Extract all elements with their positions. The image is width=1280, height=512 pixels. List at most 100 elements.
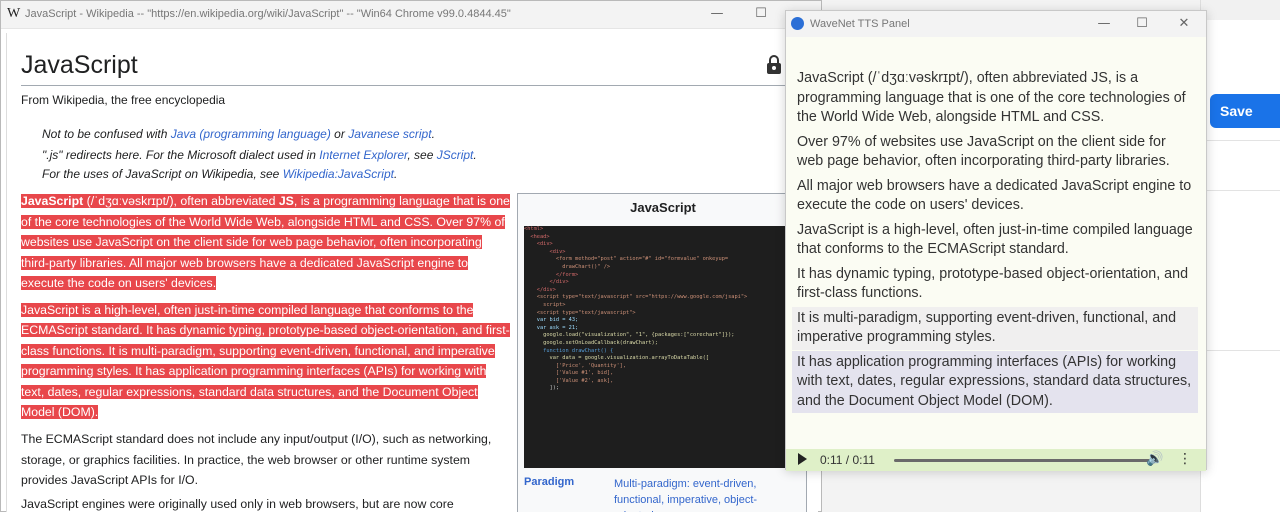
audio-player: 0:11 / 0:11 🔊 ⋮	[786, 449, 1206, 471]
browser-window: W JavaScript - Wikipedia -- "https://en.…	[0, 0, 822, 512]
infobox-label[interactable]: Paradigm	[524, 476, 574, 488]
tts-window-title: WaveNet TTS Panel	[810, 18, 910, 30]
code-line: function drawChart() {	[524, 347, 614, 354]
hatnote-text: ".js" redirects here. For the Microsoft …	[42, 148, 320, 162]
divider	[1201, 350, 1280, 351]
title-divider	[21, 85, 805, 86]
hatnote-link[interactable]: JScript	[437, 148, 474, 162]
body-text: provides JavaScript APIs for I/O.	[21, 473, 199, 487]
hatnote-text: , see	[407, 148, 437, 162]
hatnote-text: or	[330, 127, 349, 141]
hatnote-text: .	[431, 127, 435, 141]
infobox-title: JavaScript	[630, 200, 696, 215]
tts-sentence[interactable]: JavaScript is a high-level, often just-i…	[792, 219, 1198, 262]
hatnote-link[interactable]: Java (programming language)	[171, 127, 331, 141]
code-line: script>	[524, 301, 566, 308]
bold-term: JS	[278, 194, 294, 208]
more-options-icon[interactable]: ⋮	[1178, 451, 1192, 467]
code-line: ['Value #1', bid],	[524, 370, 614, 377]
tts-sentence[interactable]: It is multi-paradigm, supporting event-d…	[792, 306, 1198, 350]
minimize-button[interactable]: —	[1094, 15, 1114, 33]
hatnote-link[interactable]: Javanese script	[348, 127, 431, 141]
lead-paragraph-1: JavaScript (/ˈdʒɑːvəskrɪpt/), often abbr…	[21, 191, 511, 294]
body-text: ,	[487, 432, 492, 446]
code-screenshot-image[interactable]: <html> <head> <div> <div> <form method="…	[524, 226, 802, 468]
article-page: JavaScript From Wikipedia, the free ency…	[6, 33, 818, 512]
code-line: <form method="post" action="#" id="formv…	[524, 256, 729, 263]
code-line: ['Value #2', ask],	[524, 377, 614, 384]
code-line: </div>	[524, 286, 556, 293]
body-text: The ECMAScript standard does not include…	[21, 432, 284, 446]
lead-section: JavaScript (/ˈdʒɑːvəskrɪpt/), often abbr…	[21, 191, 511, 429]
desktop: Save W JavaScript - Wikipedia -- "https:…	[0, 0, 1280, 512]
tts-sentence[interactable]: All major web browsers have a dedicated …	[792, 175, 1198, 218]
article-link[interactable]: networking	[428, 432, 487, 446]
lead-paragraph-2: JavaScript is a high-level, often just-i…	[21, 300, 511, 423]
article-link[interactable]: graphics	[83, 453, 129, 467]
minimize-button[interactable]: —	[707, 5, 727, 23]
page-subtitle: From Wikipedia, the free encyclopedia	[21, 93, 226, 107]
hatnote: ".js" redirects here. For the Microsoft …	[42, 148, 477, 162]
body-paragraph: The ECMAScript standard does not include…	[21, 429, 511, 491]
tts-panel-window: WaveNet TTS Panel — ☐ ✕ JavaScript (/ˈdʒ…	[785, 10, 1207, 471]
code-line: <div>	[524, 248, 566, 255]
article-link[interactable]: runtime system	[387, 453, 470, 467]
code-line: google.setOnLoadCallback(drawChart);	[524, 339, 658, 346]
maximize-button[interactable]: ☐	[1132, 15, 1152, 33]
code-line: var bid = 43;	[524, 317, 579, 324]
lead-text: (/ˈdʒɑːvəskrɪpt/), often abbreviated	[83, 194, 279, 208]
body-text: facilities. In practice, the web browser…	[129, 452, 387, 467]
infobox-value[interactable]: Multi-paradigm: event-driven, functional…	[614, 476, 794, 512]
playback-time: 0:11 / 0:11	[820, 453, 875, 467]
wikipedia-logo-icon: W	[7, 6, 21, 21]
body-text: , or	[62, 452, 84, 467]
page-title: JavaScript	[21, 51, 138, 79]
seek-bar[interactable]	[894, 459, 1150, 462]
infobox: JavaScript <html> <head> <div> <div> <fo…	[517, 193, 807, 512]
tts-transcript: JavaScript (/ˈdʒɑːvəskrɪpt/), often abbr…	[792, 67, 1198, 414]
hatnote-text: .	[473, 148, 477, 162]
browser-titlebar: W JavaScript - Wikipedia -- "https://en.…	[1, 1, 821, 29]
article-link[interactable]: input/output	[283, 432, 347, 446]
article-link[interactable]: storage	[21, 453, 62, 467]
save-button[interactable]: Save	[1210, 94, 1280, 128]
hatnote-text: For the uses of JavaScript on Wikipedia,…	[42, 167, 283, 181]
divider	[1201, 190, 1280, 191]
tts-sentence[interactable]: It has dynamic typing, prototype-based o…	[792, 263, 1198, 306]
code-line: <head>	[524, 233, 550, 240]
code-line: </form>	[524, 271, 579, 278]
tts-titlebar: WaveNet TTS Panel — ☐ ✕	[786, 11, 1206, 37]
hatnote-link[interactable]: Wikipedia:JavaScript	[283, 167, 394, 181]
hatnote-link[interactable]: Internet Explorer	[319, 148, 407, 162]
body-paragraph: JavaScript engines were originally used …	[21, 497, 454, 511]
lead-text: JavaScript is a high-level, often just-i…	[21, 302, 510, 419]
divider	[1201, 140, 1280, 141]
body-text: (I/O), such as	[347, 432, 429, 446]
code-line: ]);	[524, 385, 560, 392]
wavenet-logo-icon	[791, 17, 804, 30]
bold-term: JavaScript	[21, 194, 84, 208]
code-line: var ask = 21;	[524, 324, 579, 331]
close-button[interactable]: ✕	[1174, 15, 1194, 33]
maximize-button[interactable]: ☐	[751, 5, 771, 23]
background-app-titlebar	[1201, 0, 1280, 20]
tts-sentence[interactable]: Over 97% of websites use JavaScript on t…	[792, 131, 1198, 174]
code-line: <script type="text/javascript" src="http…	[524, 294, 748, 301]
code-line: var data = google.visualization.arrayToD…	[524, 355, 709, 362]
code-line: </div>	[524, 279, 569, 286]
code-line: ['Price', 'Quantity'],	[524, 362, 627, 369]
volume-icon[interactable]: 🔊	[1146, 451, 1163, 467]
code-line: <html>	[524, 226, 544, 232]
play-icon[interactable]	[798, 453, 807, 465]
hatnote: Not to be confused with Java (programmin…	[42, 127, 435, 141]
hatnote-text: Not to be confused with	[42, 127, 171, 141]
hatnote-text: .	[393, 167, 398, 181]
code-line: <div>	[524, 241, 553, 248]
tts-sentence[interactable]: It has application programming interface…	[792, 350, 1198, 413]
code-line: google.load("visualization", "1", {packa…	[524, 332, 735, 339]
lead-text: , is a programming language that is one …	[21, 194, 510, 290]
tts-sentence[interactable]: JavaScript (/ˈdʒɑːvəskrɪpt/), often abbr…	[792, 67, 1198, 130]
browser-window-title: JavaScript - Wikipedia -- "https://en.wi…	[25, 8, 511, 20]
code-line: <script type="text/javascript">	[524, 309, 636, 316]
lock-icon[interactable]	[765, 55, 783, 75]
